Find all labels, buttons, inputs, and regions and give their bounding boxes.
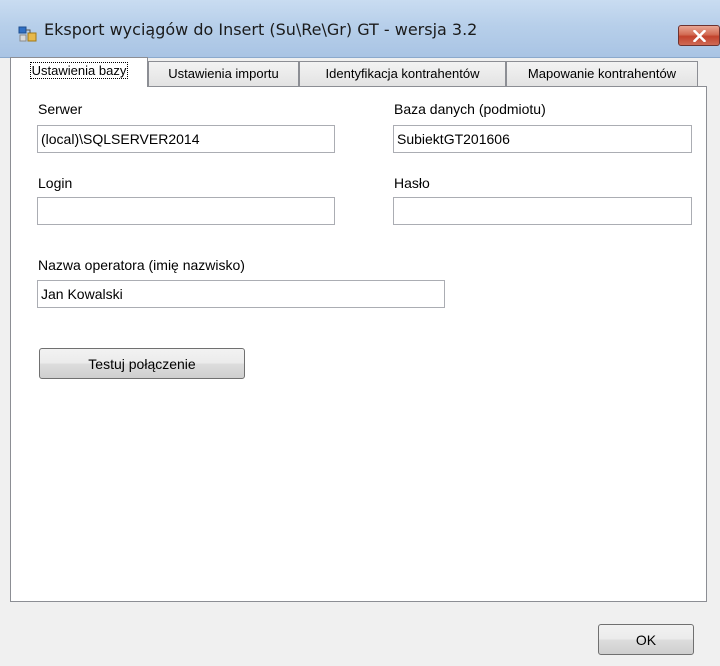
title-bar: Eksport wyciągów do Insert (Su\Re\Gr) GT… <box>0 0 720 58</box>
tab-ustawienia-importu[interactable]: Ustawienia importu <box>148 61 299 86</box>
database-input[interactable] <box>393 125 692 153</box>
test-connection-button[interactable]: Testuj połączenie <box>39 348 245 379</box>
tab-label: Identyfikacja kontrahentów <box>325 66 480 81</box>
server-label: Serwer <box>38 101 83 117</box>
close-icon <box>693 30 706 42</box>
tab-panel-ustawienia-bazy: Serwer Baza danych (podmiotu) Login Hasł… <box>10 86 707 602</box>
server-input[interactable] <box>37 125 335 153</box>
close-button[interactable] <box>678 25 720 46</box>
dialog-window: Eksport wyciągów do Insert (Su\Re\Gr) GT… <box>0 0 720 666</box>
window-title: Eksport wyciągów do Insert (Su\Re\Gr) GT… <box>44 20 478 39</box>
database-label: Baza danych (podmiotu) <box>394 101 546 117</box>
login-input[interactable] <box>37 197 335 225</box>
tab-label: Mapowanie kontrahentów <box>527 66 677 81</box>
password-label: Hasło <box>394 175 430 191</box>
operator-label: Nazwa operatora (imię nazwisko) <box>38 257 245 273</box>
tab-mapowanie-kontrahentow[interactable]: Mapowanie kontrahentów <box>506 61 698 86</box>
tab-ustawienia-bazy[interactable]: Ustawienia bazy <box>10 57 148 87</box>
password-input[interactable] <box>393 197 692 225</box>
login-label: Login <box>38 175 73 191</box>
tab-label: Ustawienia bazy <box>29 62 129 79</box>
operator-name-input[interactable] <box>37 280 445 308</box>
app-window-icon <box>18 24 38 44</box>
tab-label: Ustawienia importu <box>168 66 279 81</box>
ok-button[interactable]: OK <box>598 624 694 655</box>
tab-identyfikacja-kontrahentow[interactable]: Identyfikacja kontrahentów <box>299 61 506 86</box>
